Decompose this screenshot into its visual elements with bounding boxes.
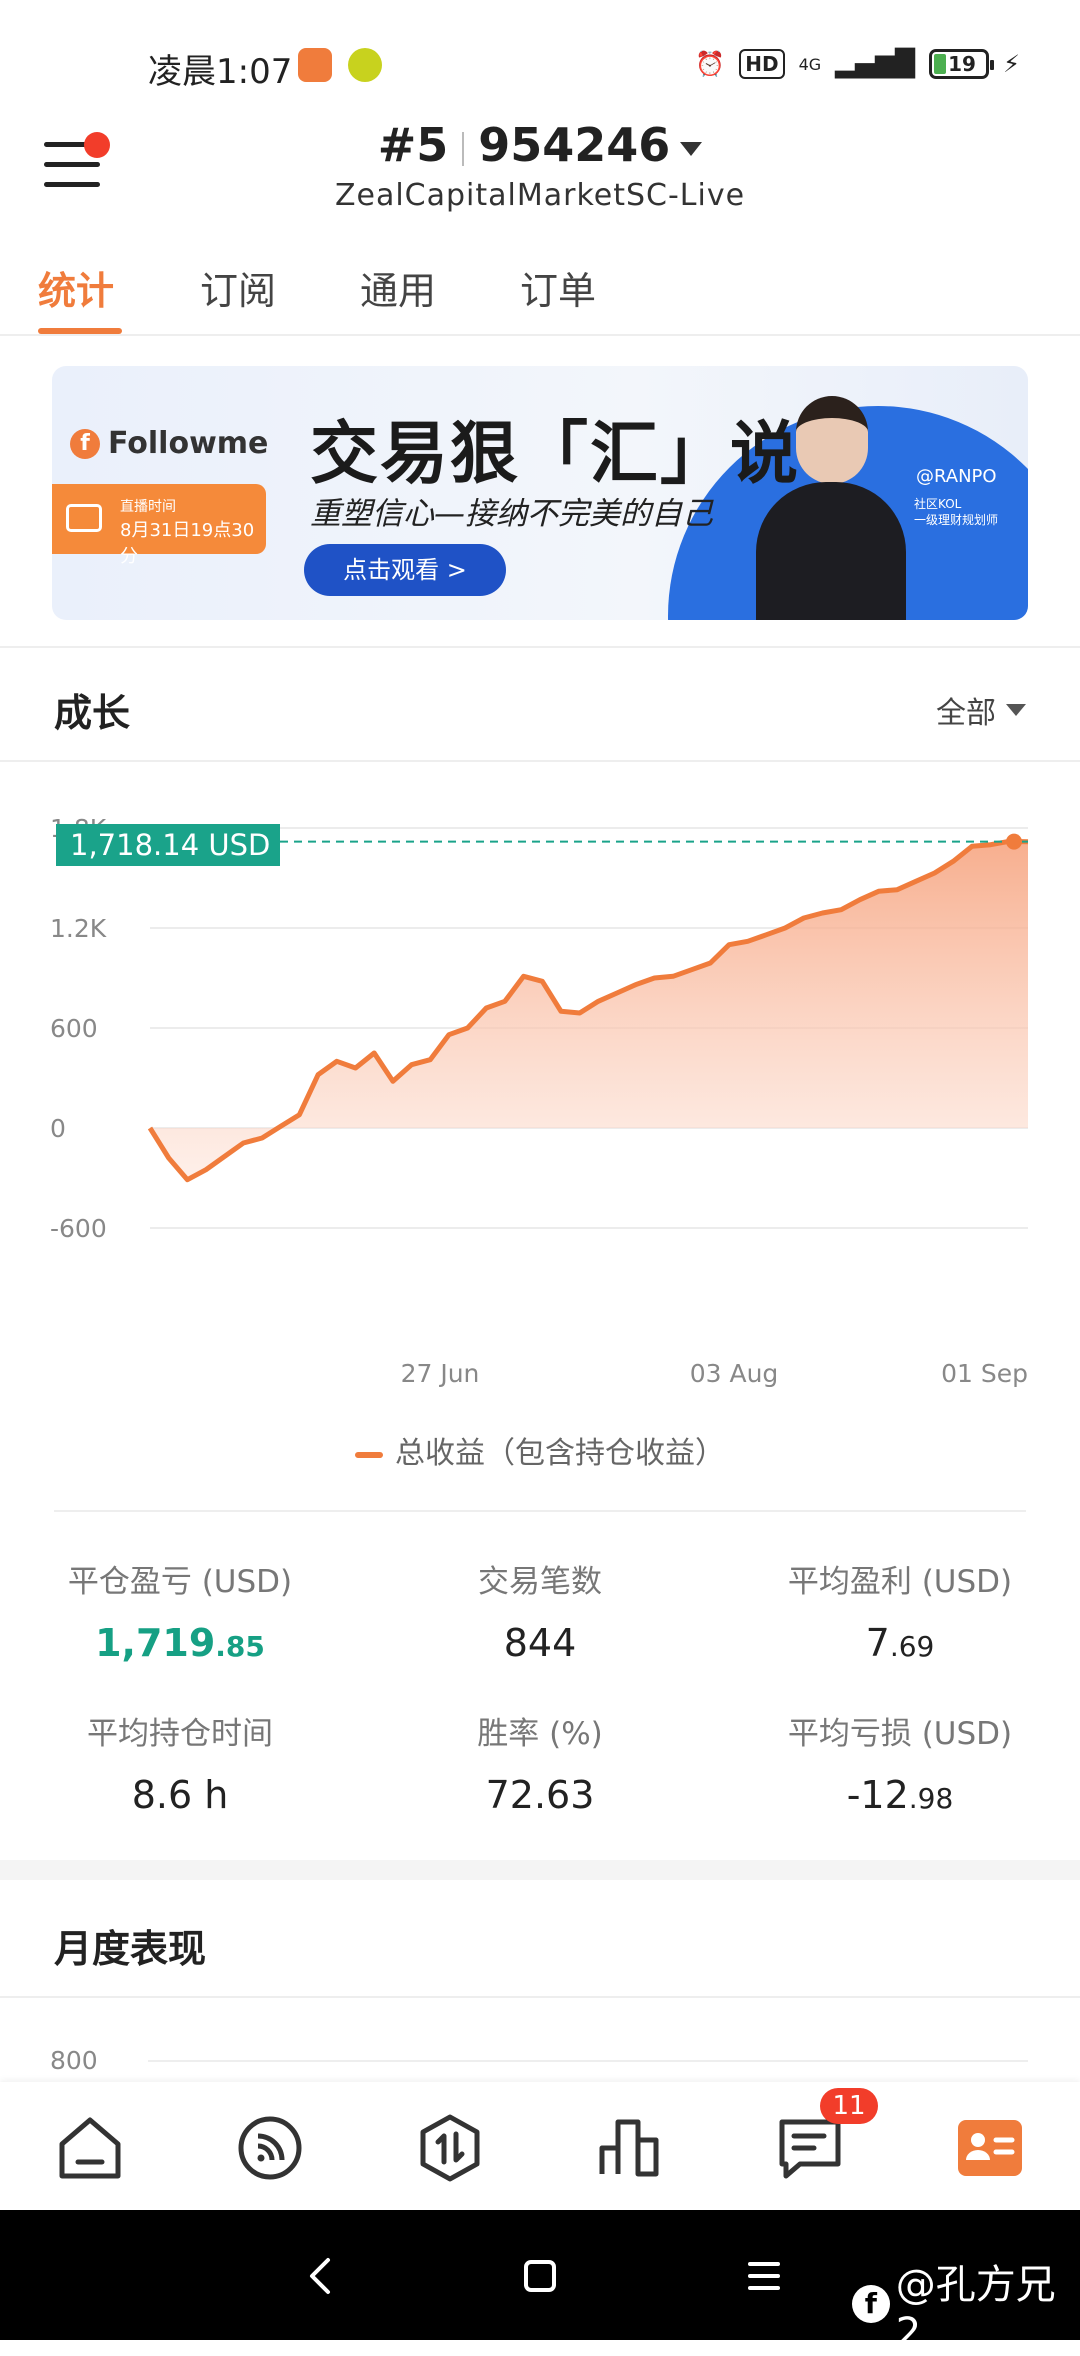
messages-badge: 11: [820, 2088, 878, 2124]
banner-brand: f Followme: [70, 426, 268, 461]
tab-orders[interactable]: 订单: [520, 260, 596, 315]
tab-general[interactable]: 通用: [360, 260, 436, 315]
video-camera-icon: [66, 504, 102, 532]
y-tick-label: -600: [50, 1214, 107, 1243]
y-tick-label: 0: [50, 1114, 66, 1143]
stat-value: -12.98: [846, 1773, 954, 1817]
growth-filter-dropdown[interactable]: 全部: [936, 688, 1026, 732]
hd-icon: HD: [739, 49, 785, 79]
current-value-point: [1006, 833, 1022, 850]
charging-icon: ⚡: [1003, 50, 1020, 78]
y-tick-label: 600: [50, 1014, 98, 1043]
trade-icon[interactable]: [414, 2112, 486, 2184]
account-selector[interactable]: #5 954246: [0, 118, 1080, 172]
host-title-line: 一级理财规划师: [914, 513, 999, 527]
battery-icon: 19: [929, 49, 995, 79]
recents-icon[interactable]: [744, 2254, 784, 2298]
bottom-nav: [0, 2082, 1080, 2210]
stat-label: 平仓盈亏 (USD): [67, 1564, 293, 1600]
network-type: 4G: [798, 54, 822, 74]
stat-value: 844: [503, 1621, 577, 1665]
tab-bar: 统计 订阅 通用 订单: [0, 252, 1080, 336]
banner-headline: 交易狠「汇」说: [310, 415, 801, 494]
home-nav-icon[interactable]: [520, 2254, 560, 2298]
host-title: 社区KOL 一级理财规划师: [914, 496, 998, 528]
stat-value: 72.63: [485, 1773, 595, 1817]
stat-avg-loss: 平均亏损 (USD) -12.98: [720, 1708, 1080, 1817]
battery-level: 19: [948, 52, 976, 76]
host-photo: [756, 396, 906, 620]
tab-subscribe[interactable]: 订阅: [200, 260, 276, 315]
current-value-label: 1,718.14 USD: [56, 824, 280, 866]
x-tick-label: 03 Aug: [690, 1359, 779, 1388]
divider: [0, 646, 1080, 648]
watermark-logo-icon: f: [852, 2285, 890, 2323]
account-rank: #5: [377, 118, 449, 172]
watermark: f @孔方兄2: [852, 2252, 1080, 2356]
divider: [0, 760, 1080, 762]
watch-now-button[interactable]: 点击观看 >: [304, 544, 506, 596]
watermark-text: @孔方兄2: [895, 2262, 1056, 2356]
y-tick-label: 1.2K: [50, 914, 107, 943]
section-divider: [0, 1860, 1080, 1880]
status-right: ⏰ HD 4G ▂▄▆█ 19 ⚡: [695, 44, 1020, 84]
stat-avg-hold-time: 平均持仓时间 8.6 h: [0, 1708, 360, 1817]
live-time-box: 直播时间 8月31日19点30分: [52, 484, 266, 567]
account-id: 954246: [478, 118, 671, 172]
stat-value: 1,719.85: [95, 1621, 265, 1665]
status-bar: 凌晨1:07 ⏰ HD 4G ▂▄▆█ 19 ⚡: [0, 0, 1080, 120]
host-title-line: 社区KOL: [914, 497, 962, 511]
growth-chart[interactable]: 1.8K1.2K6000-600 27 Jun03 Aug01 Sep: [0, 790, 1080, 1420]
caret-down-icon: [1006, 704, 1026, 716]
legend-swatch: [355, 1451, 383, 1458]
host-tag: @RANPO: [916, 466, 997, 487]
broker-name: ZealCapitalMarketSC-Live: [334, 178, 746, 213]
stat-value: 7.69: [865, 1621, 935, 1665]
monthly-y-tick: 800: [50, 2046, 98, 2075]
stat-win-rate: 胜率 (%) 72.63: [360, 1708, 720, 1817]
monthly-gridline: [148, 2060, 1028, 2062]
tab-stats[interactable]: 统计: [38, 260, 114, 315]
ranking-icon[interactable]: [594, 2112, 666, 2184]
stat-label: 交易笔数: [478, 1564, 602, 1600]
stat-trade-count: 交易笔数 844: [360, 1556, 720, 1665]
back-icon[interactable]: [300, 2254, 340, 2298]
divider: [0, 1996, 1080, 1998]
stat-value: 8.6 h: [131, 1773, 229, 1817]
feed-icon[interactable]: [234, 2112, 306, 2184]
notification-app-icon: [348, 48, 382, 82]
status-time: 凌晨1:07: [148, 52, 293, 92]
stat-avg-profit: 平均盈利 (USD) 7.69: [720, 1556, 1080, 1665]
live-label: 直播时间: [120, 499, 176, 515]
banner-subtitle: 重塑信心—接纳不完美的自己: [310, 496, 713, 532]
stat-label: 平均亏损 (USD): [787, 1716, 1013, 1752]
stat-closed-pnl: 平仓盈亏 (USD) 1,719.85: [0, 1556, 360, 1665]
filter-value: 全部: [936, 696, 996, 731]
profile-card-icon[interactable]: [954, 2112, 1026, 2184]
brand-name: Followme: [108, 426, 269, 461]
x-tick-label: 01 Sep: [941, 1359, 1028, 1388]
home-icon[interactable]: [54, 2112, 126, 2184]
divider: [54, 1510, 1026, 1512]
growth-title: 成长: [54, 691, 131, 735]
stat-label: 平均盈利 (USD): [787, 1564, 1013, 1600]
x-tick-label: 27 Jun: [401, 1359, 480, 1388]
stat-label: 胜率 (%): [477, 1716, 603, 1752]
signal-icon: ▂▄▆█: [835, 49, 916, 79]
followme-logo-icon: f: [70, 428, 100, 459]
bus-app-icon: [298, 48, 332, 82]
active-tab-indicator: [38, 328, 122, 334]
legend-label: 总收益（包含持仓收益）: [395, 1436, 725, 1471]
promo-banner[interactable]: f Followme 直播时间 8月31日19点30分 交易狠「汇」说 重塑信心—…: [52, 366, 1028, 620]
monthly-title: 月度表现: [54, 1927, 207, 1971]
chart-legend: 总收益（包含持仓收益）: [0, 1428, 1080, 1472]
alarm-icon: ⏰: [695, 50, 726, 78]
stat-label: 平均持仓时间: [87, 1716, 273, 1752]
caret-down-icon: [680, 141, 703, 156]
live-time: 8月31日19点30分: [120, 520, 255, 567]
